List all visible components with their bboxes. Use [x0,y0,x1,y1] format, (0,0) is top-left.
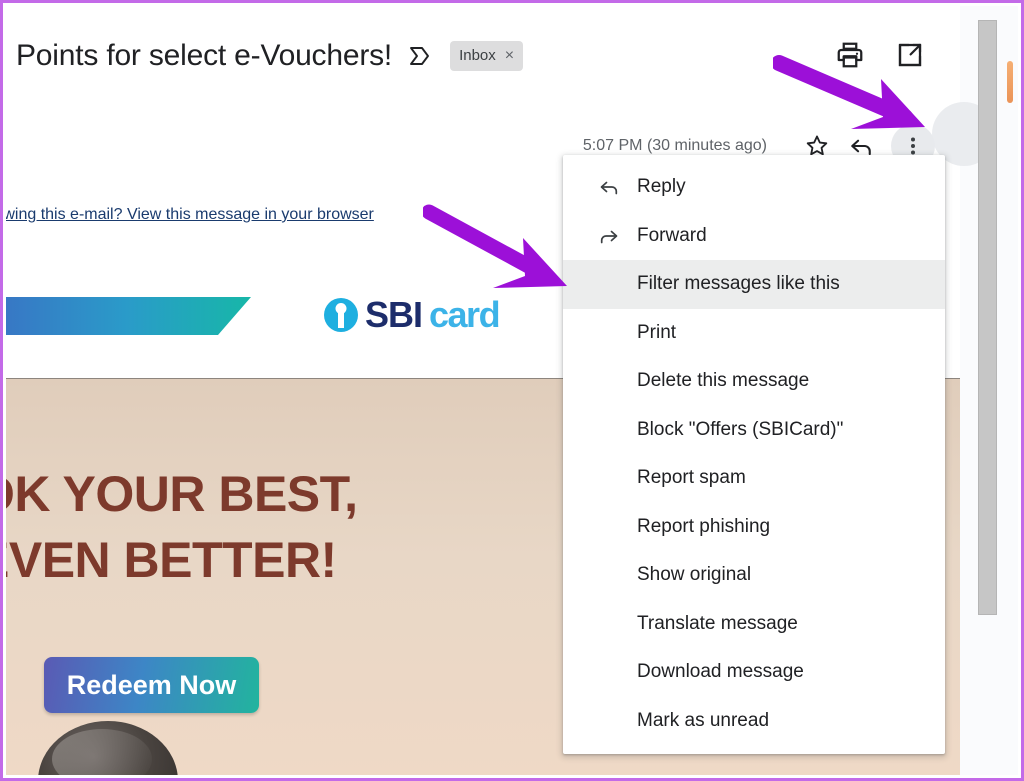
menu-item-mark-as-unread[interactable]: Mark as unread [563,697,945,746]
menu-item-label: Delete this message [637,370,810,392]
menu-item-download-message[interactable]: Download message [563,648,945,697]
menu-item-forward[interactable]: Forward [563,212,945,261]
label-chip-inbox[interactable]: Inbox × [450,41,524,71]
menu-item-delete-message[interactable]: Delete this message [563,357,945,406]
menu-item-label: Forward [637,224,707,246]
creative-headline-line1: OK YOUR BEST, [6,466,358,522]
sbi-card-logo: SBI card [324,294,501,336]
label-chip-text: Inbox [459,47,496,64]
menu-item-translate-message[interactable]: Translate message [563,600,945,649]
email-banner-strip [6,297,251,335]
menu-item-print[interactable]: Print [563,309,945,358]
menu-item-label: Filter messages like this [637,273,840,295]
open-in-new-window-icon[interactable] [895,40,925,70]
browser-window-frame: Points for select e-Vouchers! Inbox × 5:… [0,0,1024,781]
menu-item-label: Show original [637,564,752,586]
close-icon[interactable]: × [505,48,514,64]
reply-arrow-icon [597,175,637,199]
menu-item-report-phishing[interactable]: Report phishing [563,503,945,552]
email-top-actions [835,40,925,70]
scrollbar-thumb[interactable] [978,20,997,615]
scrollbar-track[interactable] [969,13,997,775]
email-subject-row: Points for select e-Vouchers! Inbox × [6,31,963,81]
menu-item-filter-messages[interactable]: Filter messages like this [563,260,945,309]
menu-item-label: Report spam [637,467,746,489]
print-icon[interactable] [835,40,865,70]
menu-item-show-original[interactable]: Show original [563,551,945,600]
menu-item-label: Translate message [637,612,798,634]
menu-item-block-sender[interactable]: Block "Offers (SBICard)" [563,406,945,455]
menu-item-label: Reply [637,176,686,198]
brand-name: SBI [365,294,423,335]
creative-headline: OK YOUR BEST, EVEN BETTER! [6,461,358,593]
menu-item-label: Block "Offers (SBICard)" [637,418,844,440]
menu-item-label: Print [637,321,677,343]
menu-item-report-spam[interactable]: Report spam [563,454,945,503]
menu-item-label: Report phishing [637,515,771,537]
sbi-emblem-icon [324,298,358,332]
page-title: Points for select e-Vouchers! [16,39,393,72]
model-photo [38,721,178,775]
creative-headline-line2: EVEN BETTER! [6,532,337,588]
menu-item-label: Mark as unread [637,709,770,731]
view-in-browser-link[interactable]: le viewing this e-mail? View this messag… [6,206,374,224]
menu-item-reply[interactable]: Reply [563,163,945,212]
brand-suffix: card [429,294,501,335]
more-options-menu[interactable]: Reply Forward Filter messages like this … [563,155,945,754]
important-marker-icon[interactable] [408,42,432,70]
forward-arrow-icon [597,224,637,248]
menu-item-label: Download message [637,661,804,683]
right-gutter [932,6,1018,775]
email-timestamp: 5:07 PM (30 minutes ago) [582,137,767,154]
edge-accent-marker [1007,61,1013,103]
redeem-now-button[interactable]: Redeem Now [44,657,259,713]
